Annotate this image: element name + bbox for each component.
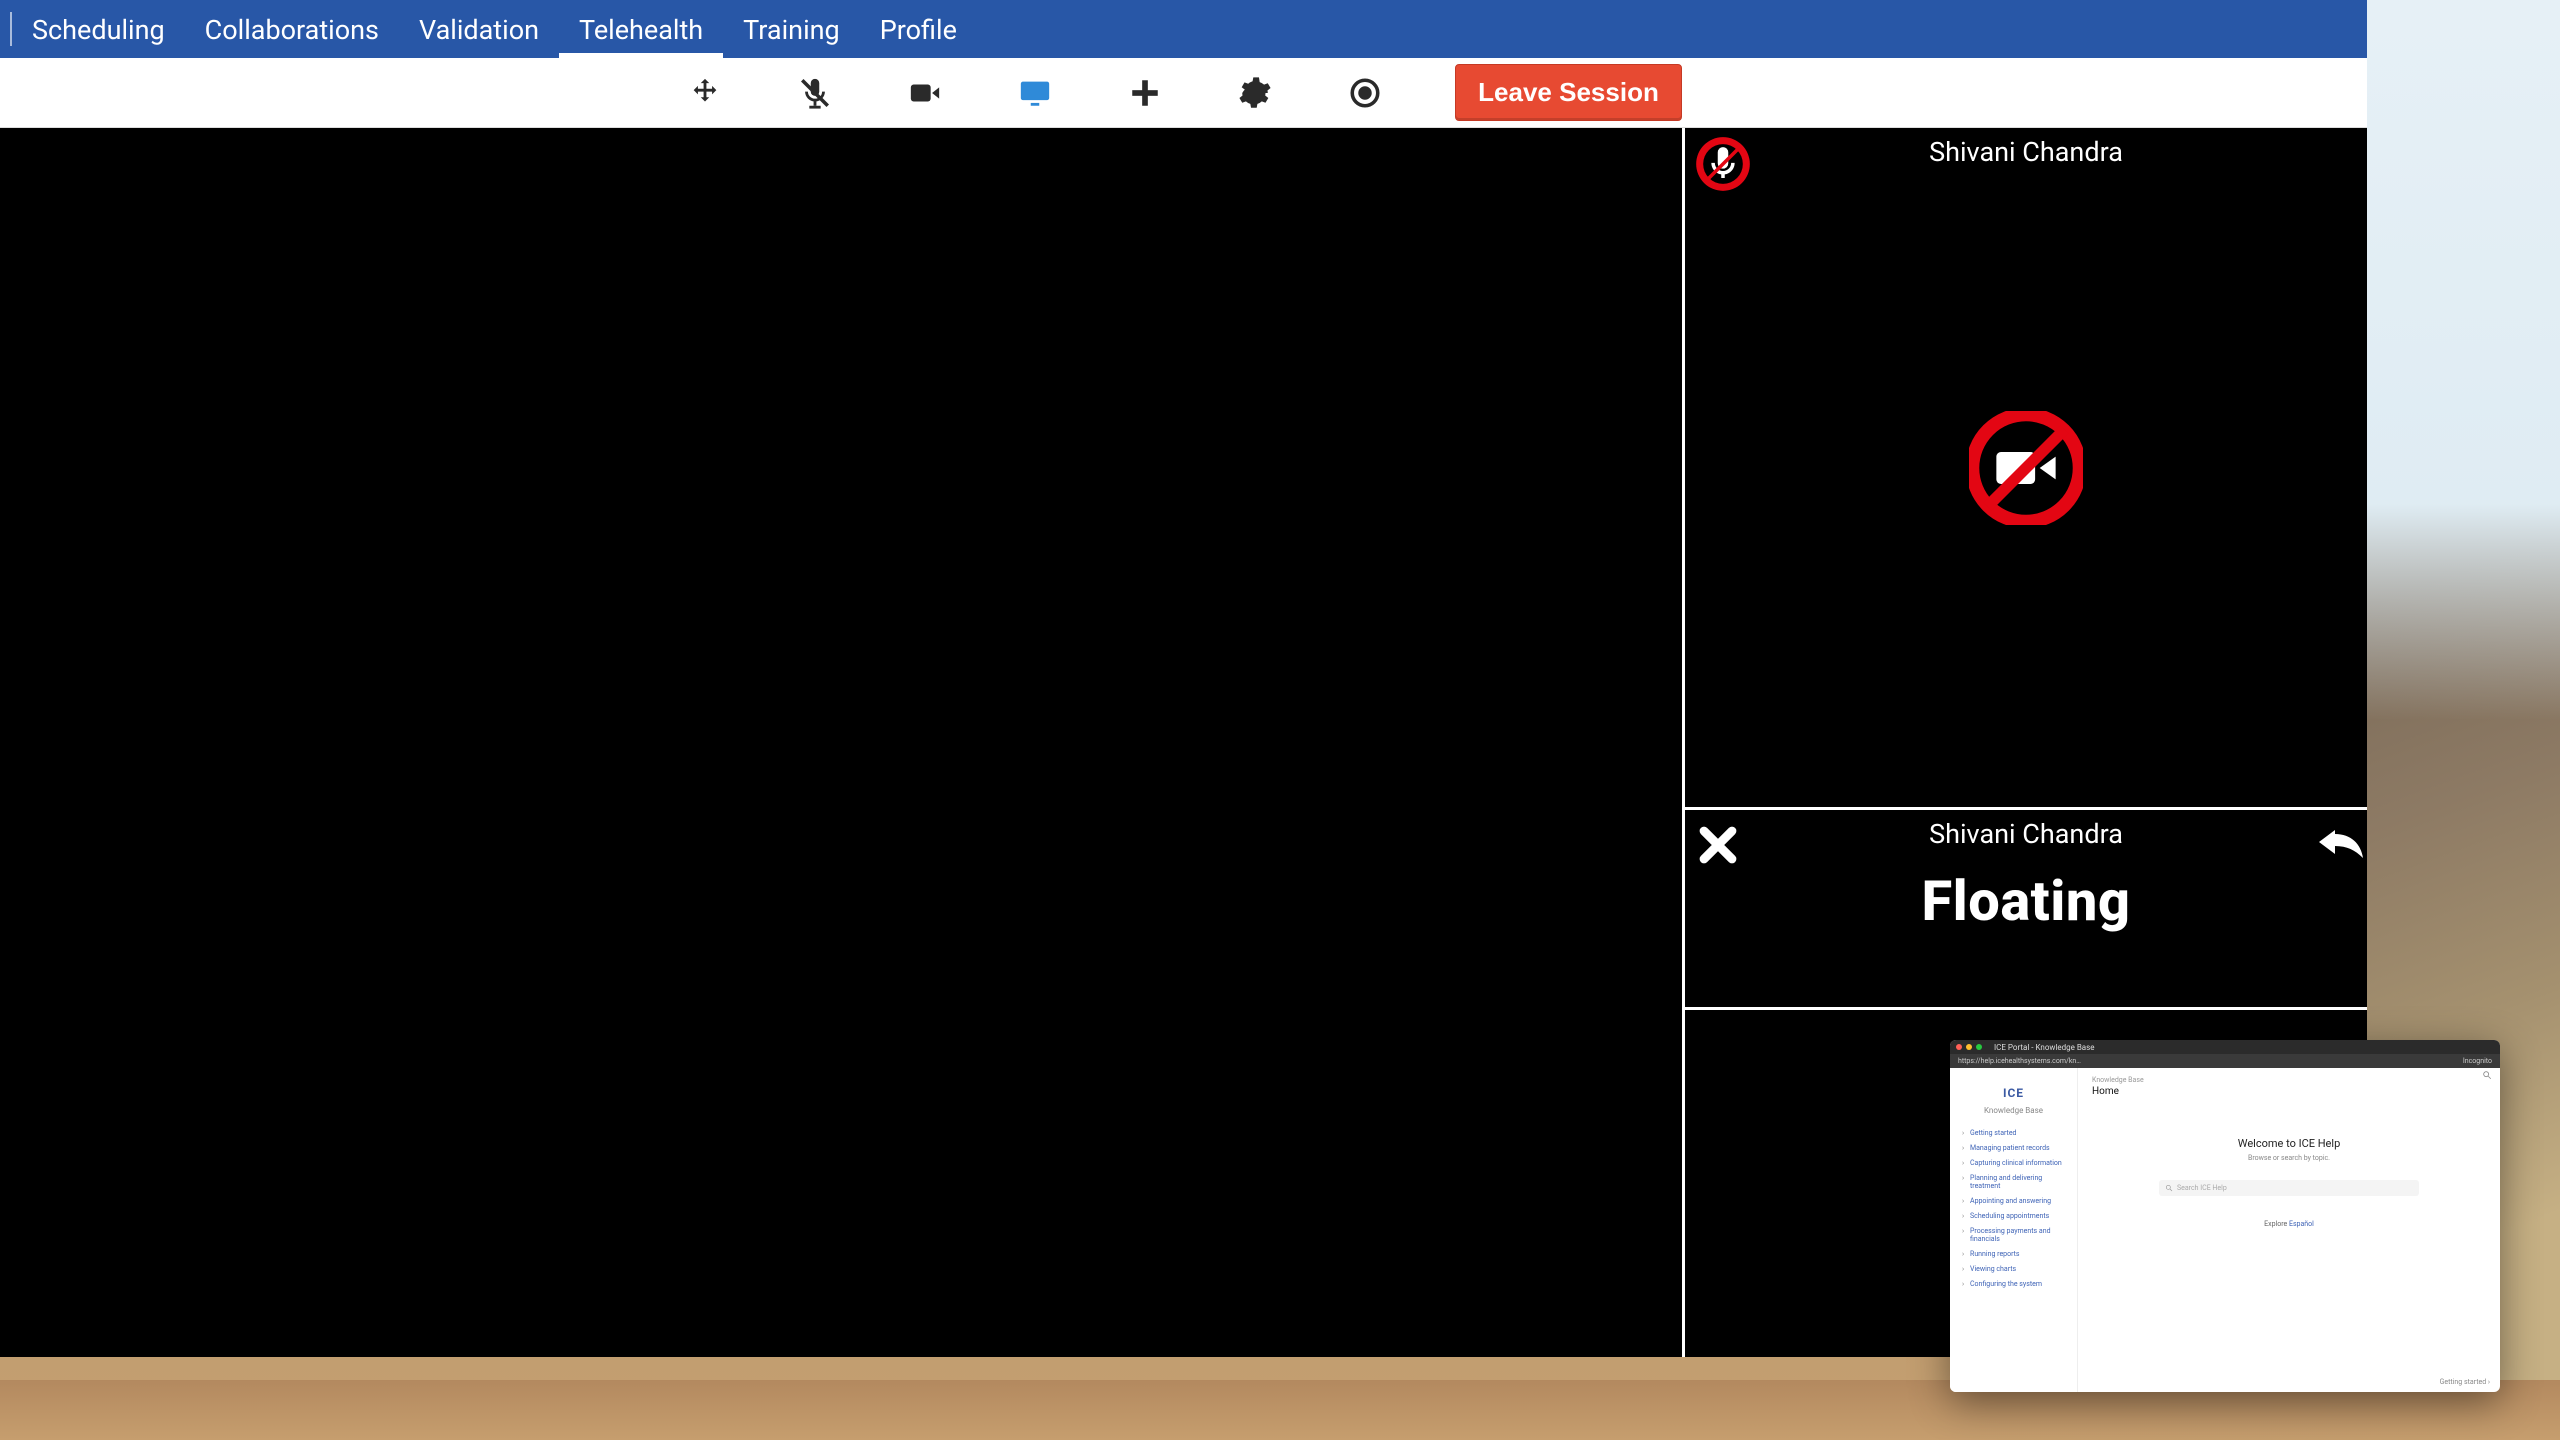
traffic-light-min-icon xyxy=(1966,1044,1972,1050)
pip-footer-next[interactable]: Getting started › xyxy=(2440,1378,2490,1386)
pip-side-item[interactable]: Managing patient records xyxy=(1964,1144,2069,1152)
mic-muted-badge-icon xyxy=(1695,136,1751,192)
pip-esp-prefix: Explore xyxy=(2264,1220,2289,1228)
participant-tile-1: Shivani Chandra xyxy=(1685,128,2367,810)
pip-logo: ICE xyxy=(1958,1086,2069,1100)
close-icon[interactable] xyxy=(1697,824,1739,866)
pip-side-item[interactable]: Appointing and answering xyxy=(1964,1197,2069,1205)
pip-url-bar: https://help.icehealthsystems.com/kn… In… xyxy=(1950,1054,2500,1068)
nav-tab-profile[interactable]: Profile xyxy=(860,4,977,58)
pip-sidebar: ICE Knowledge Base Getting started Manag… xyxy=(1950,1068,2078,1392)
mic-muted-icon[interactable] xyxy=(795,73,835,113)
pip-welcome-heading: Welcome to ICE Help xyxy=(2092,1137,2486,1150)
pip-search-placeholder: Search ICE Help xyxy=(2177,1184,2227,1192)
nav-tab-training[interactable]: Training xyxy=(723,4,860,58)
pip-side-item[interactable]: Viewing charts xyxy=(1964,1265,2069,1273)
screen-share-icon[interactable] xyxy=(1015,73,1055,113)
nav-tab-collaborations[interactable]: Collaborations xyxy=(185,4,399,58)
pip-tab-title: ICE Portal - Knowledge Base xyxy=(1994,1043,2095,1052)
leave-session-button[interactable]: Leave Session xyxy=(1455,64,1682,121)
pip-espanol-link[interactable]: Español xyxy=(2289,1220,2314,1228)
pip-help-browser[interactable]: ICE Portal - Knowledge Base https://help… xyxy=(1950,1040,2500,1392)
video-icon[interactable] xyxy=(905,73,945,113)
pip-search-input[interactable]: Search ICE Help xyxy=(2159,1180,2419,1196)
pip-language-line: Explore Español xyxy=(2092,1220,2486,1228)
pip-side-item[interactable]: Capturing clinical information xyxy=(1964,1159,2069,1167)
pip-body: ICE Knowledge Base Getting started Manag… xyxy=(1950,1068,2500,1392)
search-icon xyxy=(2165,1184,2173,1192)
settings-icon[interactable] xyxy=(1235,73,1275,113)
pip-sidebar-list: Getting started Managing patient records… xyxy=(1958,1129,2069,1288)
pip-side-item[interactable]: Getting started xyxy=(1964,1129,2069,1137)
participant-tile-2: Shivani Chandra Floating xyxy=(1685,810,2367,1010)
pip-side-item[interactable]: Planning and delivering treatment xyxy=(1964,1174,2069,1190)
pip-window-titlebar: ICE Portal - Knowledge Base xyxy=(1950,1040,2500,1054)
pip-breadcrumb: Knowledge Base xyxy=(2092,1076,2486,1084)
pip-side-item[interactable]: Running reports xyxy=(1964,1250,2069,1258)
move-icon[interactable] xyxy=(685,73,725,113)
floating-status-label: Floating xyxy=(1685,868,2367,934)
add-icon[interactable] xyxy=(1125,73,1165,113)
pip-page-title: Home xyxy=(2092,1086,2486,1097)
nav-tab-telehealth[interactable]: Telehealth xyxy=(559,4,723,58)
pip-sidebar-heading: Knowledge Base xyxy=(1958,1106,2069,1115)
reply-arrow-icon[interactable] xyxy=(2317,824,2365,862)
nav-tab-validation[interactable]: Validation xyxy=(399,4,559,58)
video-off-badge-icon xyxy=(1969,411,2083,525)
pip-side-item[interactable]: Scheduling appointments xyxy=(1964,1212,2069,1220)
participant-name: Shivani Chandra xyxy=(1685,136,2367,168)
traffic-light-close-icon xyxy=(1956,1044,1962,1050)
nav-tab-scheduling[interactable]: Scheduling xyxy=(12,4,185,58)
pip-url-text: https://help.icehealthsystems.com/kn… xyxy=(1958,1057,2081,1065)
pip-tagline: Browse or search by topic. xyxy=(2092,1154,2486,1162)
pip-side-item[interactable]: Configuring the system xyxy=(1964,1280,2069,1288)
session-toolbar: Leave Session xyxy=(0,58,2367,128)
traffic-light-max-icon xyxy=(1976,1044,1982,1050)
pip-main: Knowledge Base Home Welcome to ICE Help … xyxy=(2078,1068,2500,1392)
pip-incognito-label: Incognito xyxy=(2463,1057,2492,1065)
main-video-stage xyxy=(0,128,1685,1357)
participant-name: Shivani Chandra xyxy=(1685,818,2367,850)
pip-side-item[interactable]: Processing payments and financials xyxy=(1964,1227,2069,1243)
top-nav: Scheduling Collaborations Validation Tel… xyxy=(0,0,2367,58)
record-icon[interactable] xyxy=(1345,73,1385,113)
